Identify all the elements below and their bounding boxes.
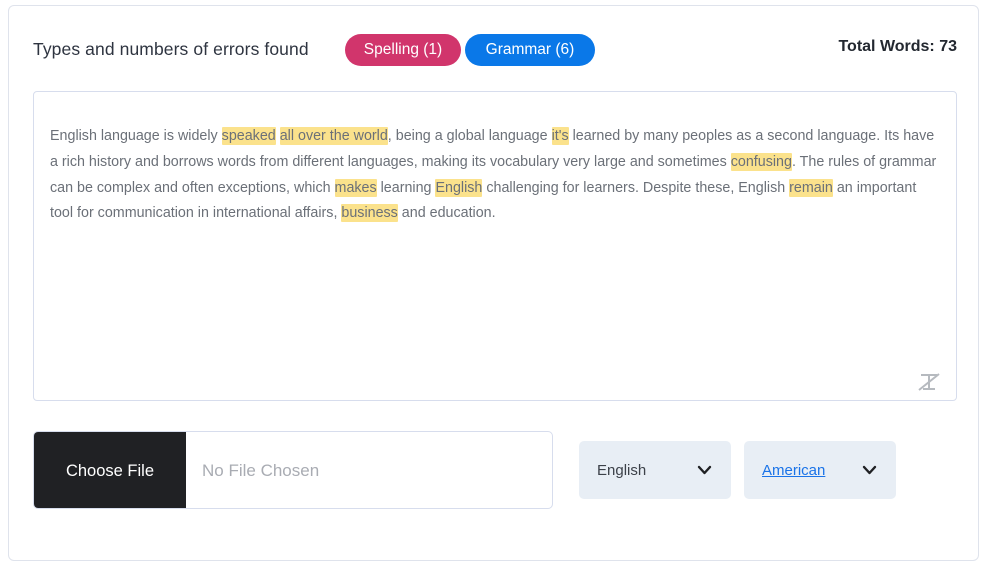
grammar-badge[interactable]: Grammar (6)	[465, 34, 595, 66]
editor-content[interactable]: English language is widely speaked all o…	[50, 124, 940, 227]
error-highlight[interactable]: remain	[789, 178, 833, 197]
total-words-label: Total Words: 73	[838, 38, 957, 55]
chevron-down-icon	[861, 461, 878, 478]
controls-bar: Choose File No File Chosen English Ameri…	[33, 431, 957, 513]
error-highlight[interactable]: English	[435, 178, 483, 197]
error-highlight[interactable]: all over the world	[279, 127, 388, 145]
error-highlight[interactable]: speaked	[221, 127, 276, 145]
chevron-down-icon	[696, 461, 713, 478]
header: Types and numbers of errors found Spelli…	[9, 6, 980, 88]
variant-select[interactable]: American	[744, 441, 896, 499]
file-name-display: No File Chosen	[202, 461, 320, 480]
language-select-value: English	[597, 461, 647, 479]
choose-file-button[interactable]: Choose File	[34, 432, 186, 508]
grammar-checker-card: Types and numbers of errors found Spelli…	[8, 5, 979, 561]
spelling-badge[interactable]: Spelling (1)	[345, 34, 461, 66]
variant-select-value: American	[762, 461, 826, 479]
error-highlight[interactable]: it's	[551, 127, 569, 145]
page-title: Types and numbers of errors found	[33, 39, 309, 59]
error-highlight[interactable]: makes	[334, 178, 377, 197]
error-highlight[interactable]: confusing	[730, 152, 792, 171]
text-editor[interactable]: English language is widely speaked all o…	[33, 91, 957, 401]
language-select[interactable]: English	[579, 441, 731, 499]
error-highlight[interactable]: business	[341, 204, 398, 223]
text-strikethrough-resize-icon[interactable]	[916, 369, 942, 395]
file-upload-field[interactable]: Choose File No File Chosen	[33, 431, 553, 509]
